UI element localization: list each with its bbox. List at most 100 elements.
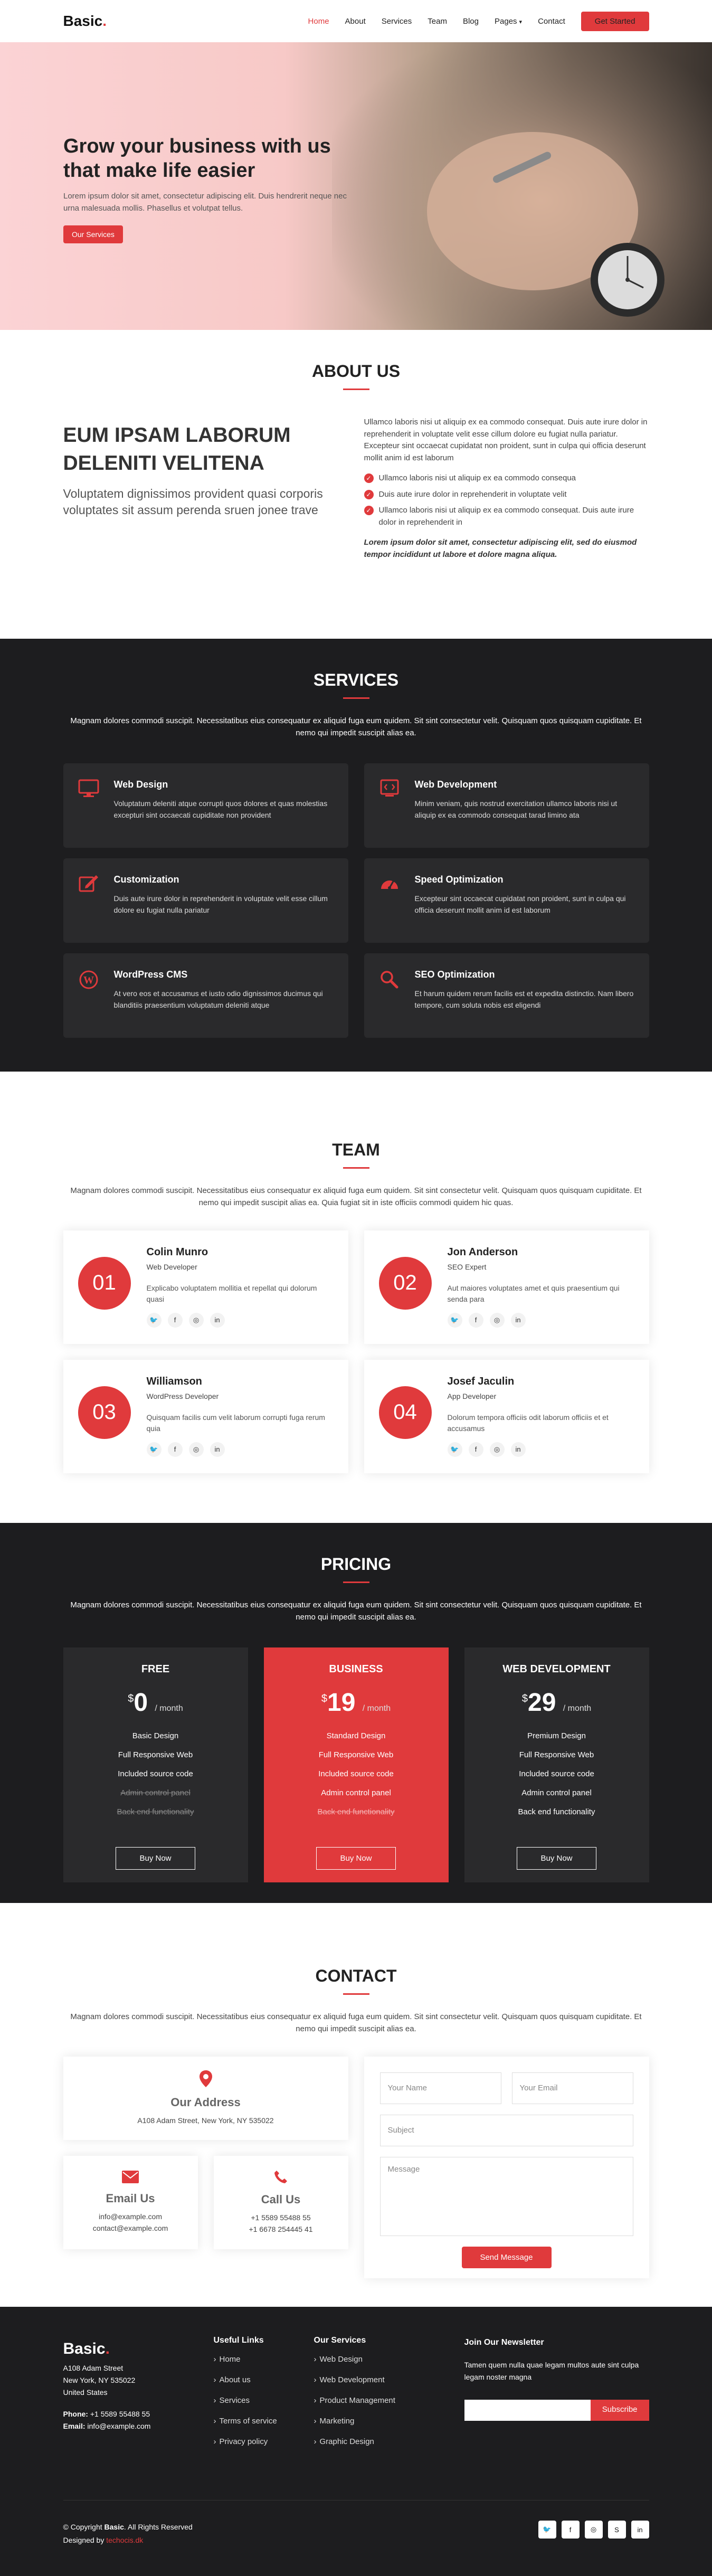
footer-link[interactable]: Services — [214, 2396, 314, 2405]
plan-feature-unavailable: Back end functionality — [117, 1807, 194, 1816]
buy-now-button[interactable]: Buy Now — [116, 1846, 195, 1870]
member-number: 04 — [378, 1386, 432, 1439]
plan-feature: Admin control panel — [321, 1788, 391, 1797]
get-started-button[interactable]: Get Started — [581, 11, 649, 31]
services-description: Magnam dolores commodi suscipit. Necessi… — [70, 716, 642, 738]
service-card-speed-optimization[interactable]: Speed Optimization Excepteur sint occaeca… — [364, 858, 649, 943]
footer-link[interactable]: About us — [214, 2375, 314, 2384]
svg-text:W: W — [83, 974, 94, 986]
linkedin-icon[interactable]: in — [631, 2521, 649, 2539]
service-text: At vero eos et accusamus et iusto odio d… — [113, 989, 323, 1009]
footer-link[interactable]: Web Design — [314, 2355, 414, 2364]
member-role: App Developer — [447, 1391, 497, 1400]
nav-contact[interactable]: Contact — [538, 17, 565, 26]
member-quote: Aut maiores voluptates amet et quis prae… — [447, 1283, 620, 1304]
plan-feature: Back end functionality — [518, 1807, 595, 1816]
team-section: TEAM Magnam dolores commodi suscipit. Ne… — [0, 1072, 712, 1523]
linkedin-icon[interactable]: in — [210, 1442, 225, 1457]
instagram-icon[interactable]: ◎ — [188, 1312, 204, 1328]
linkedin-icon[interactable]: in — [510, 1442, 526, 1457]
service-card-web-design[interactable]: Web Design Voluptatum deleniti atque corr… — [63, 763, 348, 848]
nav-pages[interactable]: Pages ▾ — [495, 17, 522, 26]
facebook-icon[interactable]: f — [167, 1312, 183, 1328]
title-divider — [343, 1581, 369, 1583]
subscribe-button[interactable]: Subscribe — [590, 2399, 649, 2421]
newsletter-email-input[interactable] — [464, 2399, 591, 2421]
footer-logo[interactable]: Basic. — [63, 2336, 214, 2362]
title-divider — [343, 389, 369, 390]
member-name: Josef Jaculin — [447, 1375, 515, 1387]
linkedin-icon[interactable]: in — [510, 1312, 526, 1328]
email-address[interactable]: contact@example.com — [74, 2222, 187, 2234]
email-input[interactable]: Your Email — [511, 2072, 633, 2104]
chevron-down-icon: ▾ — [519, 18, 523, 25]
plan-name: FREE — [141, 1663, 170, 1675]
buy-now-button[interactable]: Buy Now — [517, 1846, 596, 1870]
our-services-button[interactable]: Our Services — [63, 225, 123, 243]
twitter-icon[interactable]: 🐦 — [146, 1312, 162, 1328]
member-role: SEO Expert — [447, 1262, 487, 1271]
footer-link[interactable]: Product Management — [314, 2396, 414, 2405]
service-card-web-development[interactable]: Web Development Minim veniam, quis nostru… — [364, 763, 649, 848]
nav-blog[interactable]: Blog — [463, 17, 479, 26]
plan-feature: Full Responsive Web — [318, 1750, 394, 1759]
facebook-icon[interactable]: f — [561, 2521, 580, 2539]
nav-home[interactable]: Home — [308, 17, 329, 26]
nav-services[interactable]: Services — [382, 17, 412, 26]
footer-link[interactable]: Marketing — [314, 2417, 414, 2426]
email-card: Email Us info@example.com contact@exampl… — [63, 2155, 198, 2249]
footer-link[interactable]: Home — [214, 2355, 314, 2364]
code-icon — [377, 779, 402, 804]
service-title: WordPress CMS — [113, 969, 188, 980]
about-intro: Ullamco laboris nisi ut aliquip ex ea co… — [364, 418, 648, 462]
phone-number[interactable]: +1 6678 254445 41 — [224, 2223, 338, 2235]
twitter-icon[interactable]: 🐦 — [447, 1442, 462, 1457]
service-text: Minim veniam, quis nostrud exercitation … — [414, 799, 618, 819]
send-message-button[interactable]: Send Message — [461, 2246, 552, 2268]
call-title: Call Us — [261, 2192, 301, 2206]
search-icon — [377, 969, 402, 995]
services-title: SERVICES — [313, 670, 399, 689]
buy-now-button[interactable]: Buy Now — [316, 1846, 396, 1870]
speedometer-icon — [377, 874, 402, 899]
team-member-card: 04 Josef Jaculin App Developer Dolorum t… — [364, 1359, 649, 1473]
footer-link[interactable]: Terms of service — [214, 2417, 314, 2426]
service-card-wordpress-cms[interactable]: W WordPress CMS At vero eos et accusamus … — [63, 953, 348, 1038]
service-title: Web Development — [414, 779, 497, 790]
subject-input[interactable]: Subject — [379, 2114, 633, 2146]
instagram-icon[interactable]: ◎ — [489, 1442, 505, 1457]
email-address[interactable]: info@example.com — [74, 2211, 187, 2222]
name-input[interactable]: Your Name — [379, 2072, 501, 2104]
facebook-icon[interactable]: f — [167, 1442, 183, 1457]
footer-link[interactable]: Privacy policy — [214, 2437, 314, 2446]
skype-icon[interactable]: S — [607, 2521, 626, 2539]
phone-number[interactable]: +1 5589 55488 55 — [224, 2212, 338, 2223]
member-quote: Dolorum tempora officiis odit laborum of… — [447, 1413, 609, 1433]
team-member-card: 01 Colin Munro Web Developer Explicabo v… — [63, 1230, 348, 1344]
nav-team[interactable]: Team — [428, 17, 447, 26]
logo[interactable]: Basic. — [63, 13, 107, 30]
instagram-icon[interactable]: ◎ — [584, 2521, 603, 2539]
monitor-icon — [76, 779, 101, 804]
footer-address-line: United States — [63, 2388, 108, 2397]
twitter-icon[interactable]: 🐦 — [447, 1312, 462, 1328]
instagram-icon[interactable]: ◎ — [188, 1442, 204, 1457]
nav-about[interactable]: About — [345, 17, 366, 26]
twitter-icon[interactable]: 🐦 — [538, 2521, 556, 2539]
service-card-customization[interactable]: Customization Duis aute irure dolor in re… — [63, 858, 348, 943]
instagram-icon[interactable]: ◎ — [489, 1312, 505, 1328]
check-icon: ✓ — [364, 473, 374, 483]
service-title: Customization — [113, 874, 179, 885]
about-closing: Lorem ipsum dolor sit amet, consectetur … — [364, 538, 637, 559]
twitter-icon[interactable]: 🐦 — [146, 1442, 162, 1457]
message-textarea[interactable]: Message — [379, 2156, 633, 2236]
footer-link[interactable]: Graphic Design — [314, 2437, 414, 2446]
member-quote: Quisquam facilis cum velit laborum corru… — [146, 1413, 325, 1433]
facebook-icon[interactable]: f — [468, 1312, 483, 1328]
designer-link[interactable]: techocis.dk — [106, 2536, 143, 2544]
footer-link[interactable]: Web Development — [314, 2375, 414, 2384]
service-card-seo-optimization[interactable]: SEO Optimization Et harum quidem rerum fa… — [364, 953, 649, 1038]
linkedin-icon[interactable]: in — [210, 1312, 225, 1328]
facebook-icon[interactable]: f — [468, 1442, 483, 1457]
plan-feature-unavailable: Admin control panel — [120, 1788, 191, 1797]
